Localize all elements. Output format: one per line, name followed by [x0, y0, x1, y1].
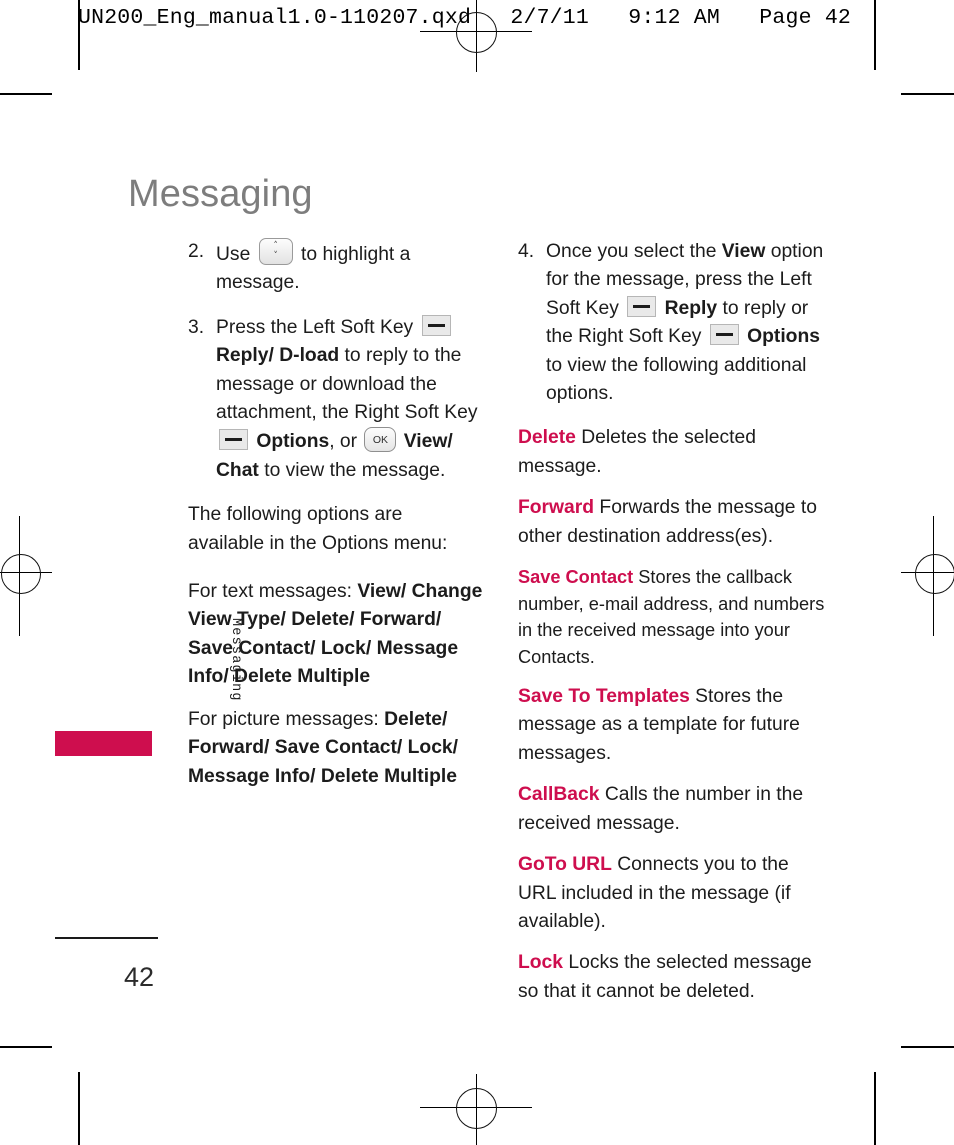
crop-mark-right-top-horizontal	[901, 93, 954, 95]
left-column: 2. Use ˄ ˅ to highlight a message. 3. Press …	[188, 238, 483, 805]
numbered-step: 4. Once you select the View option for th…	[518, 238, 828, 408]
emphasized-text: View	[721, 241, 766, 262]
option-definition: CallBack Calls the number in the receive…	[518, 781, 828, 838]
chevron-down-icon: ˅	[273, 251, 278, 261]
emphasized-text: Options	[741, 326, 820, 348]
manual-page: UN200_Eng_manual1.0-110207.qxd 2/7/11 9:…	[0, 0, 954, 1145]
emphasized-text: Reply	[659, 297, 718, 319]
step-number: 3.	[188, 316, 205, 338]
body-paragraph: For text messages: View/ Change View Typ…	[188, 578, 483, 692]
option-term: Delete	[518, 427, 576, 449]
soft-key-icon	[709, 324, 739, 346]
ok-key-label: OK	[372, 433, 388, 446]
body-text: For picture messages:	[188, 708, 385, 730]
up-down-navigation-key-icon: ˄ ˅	[258, 238, 293, 265]
soft-key-icon	[421, 314, 451, 336]
body-text: , or	[329, 431, 363, 453]
body-text: Once you select the	[546, 241, 722, 262]
option-definition: Forward Forwards the message to other de…	[518, 494, 828, 551]
body-text: For text messages:	[188, 581, 358, 603]
left-paragraphs: The following options are available in t…	[188, 501, 483, 791]
option-term: Lock	[518, 952, 564, 974]
numbered-step: 2. Use ˄ ˅ to highlight a message.	[188, 238, 483, 298]
side-tab-color-block	[55, 731, 152, 756]
option-term: Forward	[518, 497, 595, 519]
option-description: Locks the selected message so that it ca…	[518, 952, 812, 1002]
soft-key-dash-icon	[225, 438, 242, 442]
registration-target-left	[1, 554, 41, 594]
body-text: Use	[216, 244, 256, 265]
left-steps: 2. Use ˄ ˅ to highlight a message. 3. Press …	[188, 238, 483, 485]
option-definition: Lock Locks the selected message so that …	[518, 949, 828, 1006]
crop-mark-bottom-right-vertical	[874, 1072, 876, 1145]
soft-key-dash-icon	[715, 333, 733, 337]
body-paragraph: The following options are available in t…	[188, 501, 483, 558]
emphasized-text: Options	[251, 431, 330, 453]
option-definition: Delete Deletes the selected message.	[518, 424, 828, 481]
print-slug-line: UN200_Eng_manual1.0-110207.qxd 2/7/11 9:…	[78, 6, 852, 30]
page-number: 42	[124, 962, 155, 992]
step-number: 4.	[518, 241, 535, 262]
soft-key-icon	[219, 429, 248, 451]
body-text: The following options are available in t…	[188, 504, 448, 554]
crop-mark-left-bottom-horizontal	[0, 1046, 52, 1048]
footer-rule	[55, 937, 158, 939]
option-definition: Save To Templates Stores the message as …	[518, 683, 828, 768]
option-term: CallBack	[518, 784, 600, 806]
right-steps: 4. Once you select the View option for th…	[518, 238, 828, 408]
body-text: Press the Left Soft Key	[216, 316, 419, 338]
body-text: to view the following additional options…	[546, 354, 807, 405]
option-definition: GoTo URL Connects you to the URL include…	[518, 851, 828, 936]
right-definitions: Delete Deletes the selected message. Forw…	[518, 424, 828, 1006]
chevron-up-icon: ˄	[273, 241, 278, 251]
crop-mark-top-right-vertical	[874, 0, 876, 70]
crop-mark-right-bottom-horizontal	[901, 1046, 954, 1048]
registration-target-right	[915, 554, 954, 594]
soft-key-dash-icon	[427, 323, 445, 327]
option-term: GoTo URL	[518, 854, 612, 876]
registration-target-bottom	[456, 1088, 497, 1129]
crop-mark-left-top-horizontal	[0, 93, 52, 95]
soft-key-icon	[627, 295, 657, 317]
step-number: 2.	[188, 241, 205, 262]
ok-key-icon: OK	[364, 427, 397, 453]
body-text: to view the message.	[258, 459, 446, 481]
soft-key-dash-icon	[633, 304, 651, 308]
right-column: 4. Once you select the View option for th…	[518, 238, 828, 1019]
crop-mark-bottom-left-vertical	[78, 1072, 80, 1145]
option-term: Save Contact	[518, 567, 634, 588]
option-term: Save To Templates	[518, 686, 690, 708]
numbered-step: 3. Press the Left Soft Key Reply/ D-load …	[188, 314, 483, 485]
body-paragraph: For picture messages: Delete/ Forward/ S…	[188, 706, 483, 791]
emphasized-text: Reply/ D-load	[216, 345, 340, 367]
option-definition: Save Contact Stores the callback number,…	[518, 564, 828, 670]
page-title: Messaging	[128, 173, 313, 216]
